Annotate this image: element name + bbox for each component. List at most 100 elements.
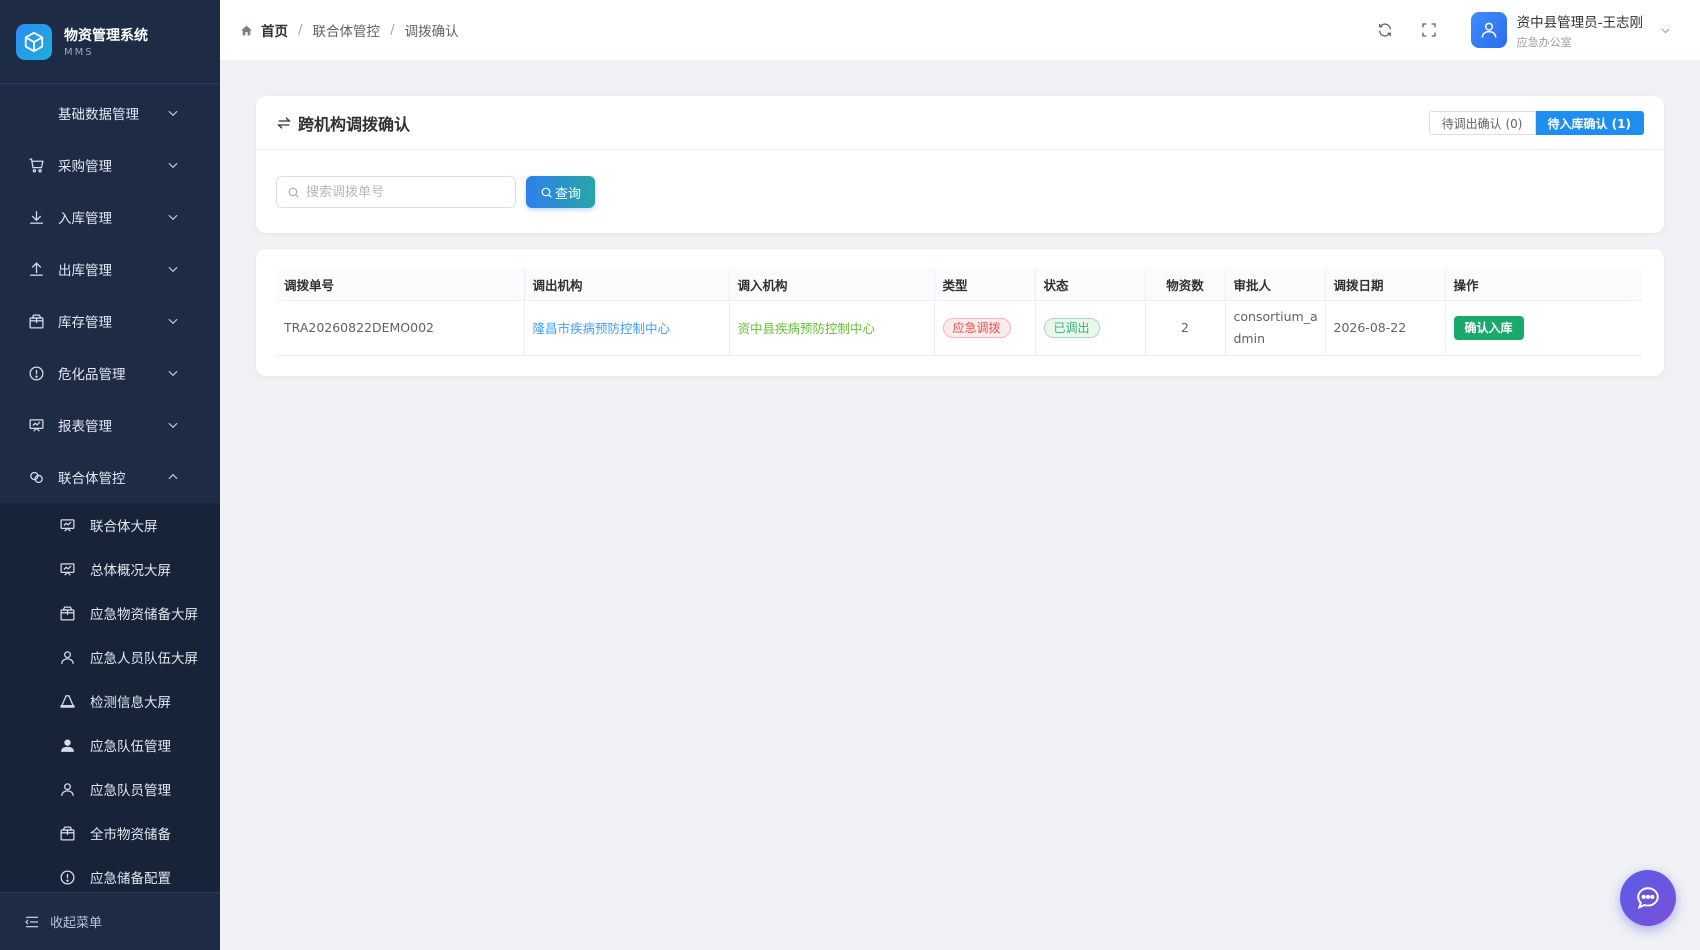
flask-icon: [58, 692, 76, 710]
menu-outbound[interactable]: 出库管理: [0, 243, 220, 295]
search-icon: [541, 187, 552, 198]
refresh-button[interactable]: [1373, 18, 1397, 42]
menu-label: 入库管理: [58, 211, 112, 227]
main-menu: 基础数据管理 采购管理 入库管理 出库管理 库存管理 危化品管理 报表管理 联合…: [0, 87, 220, 899]
consortium-submenu: 联合体大屏 总体概况大屏 应急物资储备大屏 应急人员队伍大屏 检测信息大屏 应急…: [0, 503, 220, 899]
collapse-menu-button[interactable]: 收起菜单: [0, 892, 220, 950]
column-header: 调入机构: [729, 269, 935, 301]
avatar: [1470, 12, 1507, 48]
breadcrumb-home[interactable]: 首页: [240, 20, 288, 40]
search-icon: [288, 187, 299, 198]
chevron-up-icon: [168, 473, 178, 480]
chevron-down-icon: [1661, 27, 1670, 33]
chevron-down-icon: [168, 422, 178, 429]
submenu-member-management[interactable]: 应急队员管理: [0, 767, 220, 811]
submenu-label: 总体概况大屏: [90, 563, 171, 579]
transfer-no-cell: TRA20260822DEMO002: [276, 300, 525, 356]
menu-consortium[interactable]: 联合体管控: [0, 451, 220, 503]
menu-inventory[interactable]: 库存管理: [0, 295, 220, 347]
submenu-label: 应急人员队伍大屏: [90, 651, 198, 667]
chevron-down-icon: [168, 370, 178, 377]
column-header: 操作: [1445, 269, 1642, 301]
chevron-down-icon: [168, 214, 178, 221]
search-box: [276, 176, 516, 208]
menu-inbound[interactable]: 入库管理: [0, 191, 220, 243]
breadcrumb: 首页 / 联合体管控 / 调拨确认: [240, 20, 459, 40]
breadcrumb-consortium[interactable]: 联合体管控: [313, 20, 381, 40]
submenu-team-management[interactable]: 应急队伍管理: [0, 723, 220, 767]
submenu-consortium-screen[interactable]: 联合体大屏: [0, 503, 220, 547]
transfer-icon: [277, 116, 291, 129]
chevron-down-icon: [168, 162, 178, 169]
submenu-label: 应急物资储备大屏: [90, 607, 198, 623]
chevron-down-icon: [168, 110, 178, 117]
table-card: 调拨单号 调出机构 调入机构 类型 状态 物资数 审批人 调拨日期 操作 TRA…: [256, 249, 1664, 376]
card-header: 跨机构调拨确认 待调出确认 (0) 待入库确认 (1): [256, 96, 1664, 150]
download-icon: [26, 207, 46, 227]
date-cell: 2026-08-22: [1325, 300, 1446, 356]
user-name: 资中县管理员-王志刚: [1516, 14, 1643, 31]
search-input[interactable]: [306, 184, 506, 200]
submenu-label: 联合体大屏: [90, 519, 158, 535]
submenu-label: 全市物资储备: [90, 827, 171, 843]
warning-circle-icon: [26, 363, 46, 383]
brand-title: 物资管理系统: [64, 28, 148, 44]
menu-label: 库存管理: [58, 315, 112, 331]
menu-label: 出库管理: [58, 263, 112, 279]
brand: 物资管理系统 MMS: [0, 0, 220, 84]
user-menu[interactable]: 资中县管理员-王志刚 应急办公室: [1470, 11, 1672, 50]
tab-pending-outbound[interactable]: 待调出确认 (0): [1428, 111, 1536, 135]
submenu-label: 应急储备配置: [90, 871, 171, 887]
column-header: 物资数: [1145, 269, 1226, 301]
menu-fold-icon: [24, 914, 40, 930]
column-header: 类型: [934, 269, 1036, 301]
submenu-city-reserve[interactable]: 全市物资储备: [0, 811, 220, 855]
cube-logo-icon: [16, 23, 52, 60]
table-header-row: 调拨单号 调出机构 调入机构 类型 状态 物资数 审批人 调拨日期 操作: [276, 269, 1642, 301]
from-org-link[interactable]: 隆昌市疾病预防控制中心: [533, 321, 671, 336]
menu-hazmat[interactable]: 危化品管理: [0, 347, 220, 399]
menu-purchase[interactable]: 采购管理: [0, 139, 220, 191]
filter-card: 跨机构调拨确认 待调出确认 (0) 待入库确认 (1) 查询: [256, 96, 1664, 233]
sidebar: 物资管理系统 MMS 基础数据管理 采购管理 入库管理 出库管理 库存管理 危化…: [0, 0, 220, 950]
user-icon: [58, 780, 76, 798]
tab-pending-inbound[interactable]: 待入库确认 (1): [1535, 111, 1644, 135]
breadcrumb-separator: /: [298, 22, 303, 38]
user-icon: [58, 648, 76, 666]
menu-label: 报表管理: [58, 419, 112, 435]
submenu-testing-screen[interactable]: 检测信息大屏: [0, 679, 220, 723]
submenu-overview-screen[interactable]: 总体概况大屏: [0, 547, 220, 591]
user-icon: [1481, 22, 1497, 38]
submenu-label: 应急队伍管理: [90, 739, 171, 755]
to-org-link[interactable]: 资中县疾病预防控制中心: [738, 321, 876, 336]
brand-subtitle: MMS: [64, 47, 94, 58]
breadcrumb-separator: /: [390, 22, 395, 38]
menu-basic-data[interactable]: 基础数据管理: [0, 87, 220, 139]
chat-icon: [1637, 887, 1659, 909]
column-header: 状态: [1035, 269, 1146, 301]
confirm-inbound-button[interactable]: 确认入库: [1453, 315, 1524, 340]
type-tag: 应急调拨: [942, 317, 1011, 338]
menu-label: 联合体管控: [58, 471, 126, 487]
transfer-table: 调拨单号 调出机构 调入机构 类型 状态 物资数 审批人 调拨日期 操作 TRA…: [276, 269, 1642, 356]
user-dept: 应急办公室: [1516, 35, 1572, 49]
warning-circle-icon: [58, 868, 76, 886]
column-header: 审批人: [1225, 269, 1326, 301]
column-header: 调出机构: [524, 269, 730, 301]
fullscreen-button[interactable]: [1417, 18, 1441, 42]
submenu-reserve-screen[interactable]: 应急物资储备大屏: [0, 591, 220, 635]
page-title-text: 跨机构调拨确认: [298, 114, 411, 134]
menu-reports[interactable]: 报表管理: [0, 399, 220, 451]
query-button[interactable]: 查询: [526, 176, 596, 208]
link-icon: [26, 467, 46, 487]
header-tools: 资中县管理员-王志刚 应急办公室: [1373, 0, 1700, 60]
box-icon: [26, 311, 46, 331]
chevron-down-icon: [168, 318, 178, 325]
submenu-personnel-screen[interactable]: 应急人员队伍大屏: [0, 635, 220, 679]
breadcrumb-label: 首页: [261, 24, 288, 40]
breadcrumb-current: 调拨确认: [404, 24, 459, 40]
upload-icon: [26, 259, 46, 279]
query-label: 查询: [555, 186, 582, 202]
column-header: 调拨日期: [1325, 269, 1446, 301]
chat-button[interactable]: [1620, 870, 1676, 926]
